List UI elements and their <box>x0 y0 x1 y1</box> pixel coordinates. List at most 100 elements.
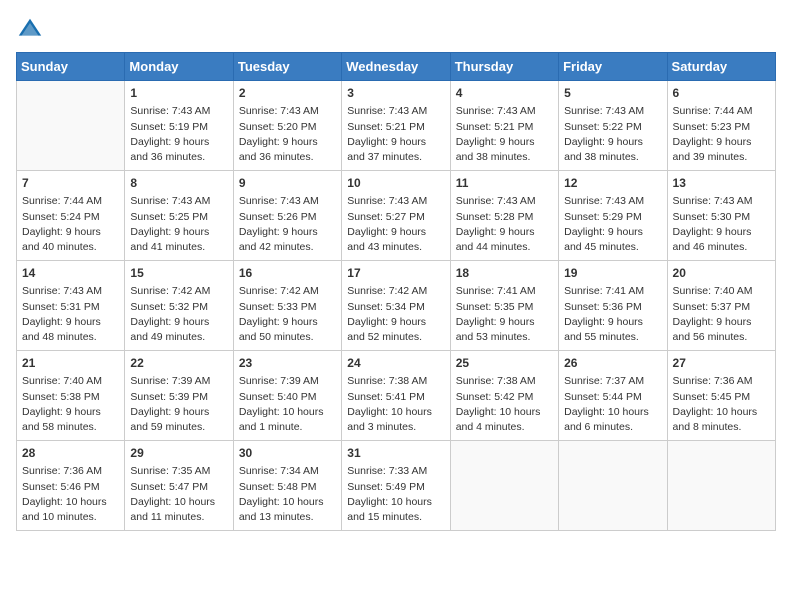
day-info: Sunrise: 7:44 AMSunset: 5:24 PMDaylight:… <box>22 194 119 255</box>
day-number: 26 <box>564 355 661 372</box>
day-number: 25 <box>456 355 553 372</box>
calendar-week-row: 7 Sunrise: 7:44 AMSunset: 5:24 PMDaylight… <box>17 171 776 261</box>
calendar-cell: 1 Sunrise: 7:43 AMSunset: 5:19 PMDaylight… <box>125 81 233 171</box>
day-info: Sunrise: 7:39 AMSunset: 5:39 PMDaylight:… <box>130 374 227 435</box>
day-info: Sunrise: 7:43 AMSunset: 5:21 PMDaylight:… <box>347 104 444 165</box>
calendar-cell: 24 Sunrise: 7:38 AMSunset: 5:41 PMDayligh… <box>342 351 450 441</box>
weekday-header-wednesday: Wednesday <box>342 53 450 81</box>
calendar-cell: 22Sunrise: 7:39 AMSunset: 5:39 PMDayligh… <box>125 351 233 441</box>
calendar-cell: 26 Sunrise: 7:37 AMSunset: 5:44 PMDayligh… <box>559 351 667 441</box>
day-info: Sunrise: 7:40 AMSunset: 5:38 PMDaylight:… <box>22 374 119 435</box>
day-number: 21 <box>22 355 119 372</box>
day-number: 16 <box>239 265 336 282</box>
calendar-cell: 4 Sunrise: 7:43 AMSunset: 5:21 PMDaylight… <box>450 81 558 171</box>
day-info: Sunrise: 7:37 AMSunset: 5:44 PMDaylight:… <box>564 374 661 435</box>
day-info: Sunrise: 7:38 AMSunset: 5:41 PMDaylight:… <box>347 374 444 435</box>
calendar-cell: 7 Sunrise: 7:44 AMSunset: 5:24 PMDaylight… <box>17 171 125 261</box>
day-info: Sunrise: 7:35 AMSunset: 5:47 PMDaylight:… <box>130 464 227 525</box>
day-info: Sunrise: 7:43 AMSunset: 5:21 PMDaylight:… <box>456 104 553 165</box>
day-number: 1 <box>130 85 227 102</box>
calendar-cell <box>450 441 558 531</box>
day-number: 30 <box>239 445 336 462</box>
day-info: Sunrise: 7:43 AMSunset: 5:28 PMDaylight:… <box>456 194 553 255</box>
day-number: 15 <box>130 265 227 282</box>
day-info: Sunrise: 7:40 AMSunset: 5:37 PMDaylight:… <box>673 284 770 345</box>
page-header <box>16 16 776 44</box>
calendar-week-row: 14 Sunrise: 7:43 AMSunset: 5:31 PMDayligh… <box>17 261 776 351</box>
calendar-week-row: 1 Sunrise: 7:43 AMSunset: 5:19 PMDaylight… <box>17 81 776 171</box>
day-number: 20 <box>673 265 770 282</box>
calendar-week-row: 21 Sunrise: 7:40 AMSunset: 5:38 PMDayligh… <box>17 351 776 441</box>
calendar-cell <box>559 441 667 531</box>
day-number: 4 <box>456 85 553 102</box>
calendar-cell: 21 Sunrise: 7:40 AMSunset: 5:38 PMDayligh… <box>17 351 125 441</box>
calendar-cell: 8 Sunrise: 7:43 AMSunset: 5:25 PMDaylight… <box>125 171 233 261</box>
calendar-cell <box>17 81 125 171</box>
calendar-cell: 10 Sunrise: 7:43 AMSunset: 5:27 PMDayligh… <box>342 171 450 261</box>
day-number: 29 <box>130 445 227 462</box>
day-info: Sunrise: 7:43 AMSunset: 5:30 PMDaylight:… <box>673 194 770 255</box>
day-info: Sunrise: 7:38 AMSunset: 5:42 PMDaylight:… <box>456 374 553 435</box>
calendar-cell: 2 Sunrise: 7:43 AMSunset: 5:20 PMDaylight… <box>233 81 341 171</box>
day-number: 10 <box>347 175 444 192</box>
day-info: Sunrise: 7:42 AMSunset: 5:34 PMDaylight:… <box>347 284 444 345</box>
day-number: 17 <box>347 265 444 282</box>
day-number: 11 <box>456 175 553 192</box>
day-number: 9 <box>239 175 336 192</box>
day-number: 7 <box>22 175 119 192</box>
calendar-cell: 28Sunrise: 7:36 AMSunset: 5:46 PMDayligh… <box>17 441 125 531</box>
day-number: 28 <box>22 445 119 462</box>
day-number: 23 <box>239 355 336 372</box>
weekday-header-saturday: Saturday <box>667 53 775 81</box>
day-info: Sunrise: 7:43 AMSunset: 5:22 PMDaylight:… <box>564 104 661 165</box>
day-info: Sunrise: 7:43 AMSunset: 5:29 PMDaylight:… <box>564 194 661 255</box>
day-number: 24 <box>347 355 444 372</box>
calendar-cell: 29 Sunrise: 7:35 AMSunset: 5:47 PMDayligh… <box>125 441 233 531</box>
calendar-cell: 3 Sunrise: 7:43 AMSunset: 5:21 PMDaylight… <box>342 81 450 171</box>
day-info: Sunrise: 7:33 AMSunset: 5:49 PMDaylight:… <box>347 464 444 525</box>
day-info: Sunrise: 7:43 AMSunset: 5:19 PMDaylight:… <box>130 104 227 165</box>
weekday-header-sunday: Sunday <box>17 53 125 81</box>
calendar-cell: 16Sunrise: 7:42 AMSunset: 5:33 PMDayligh… <box>233 261 341 351</box>
calendar-cell: 19 Sunrise: 7:41 AMSunset: 5:36 PMDayligh… <box>559 261 667 351</box>
calendar-cell: 13 Sunrise: 7:43 AMSunset: 5:30 PMDayligh… <box>667 171 775 261</box>
day-info: Sunrise: 7:43 AMSunset: 5:27 PMDaylight:… <box>347 194 444 255</box>
day-info: Sunrise: 7:43 AMSunset: 5:26 PMDaylight:… <box>239 194 336 255</box>
calendar-header: SundayMondayTuesdayWednesdayThursdayFrid… <box>17 53 776 81</box>
day-number: 6 <box>673 85 770 102</box>
day-number: 13 <box>673 175 770 192</box>
day-number: 3 <box>347 85 444 102</box>
calendar-week-row: 28Sunrise: 7:36 AMSunset: 5:46 PMDayligh… <box>17 441 776 531</box>
day-info: Sunrise: 7:43 AMSunset: 5:25 PMDaylight:… <box>130 194 227 255</box>
day-info: Sunrise: 7:43 AMSunset: 5:31 PMDaylight:… <box>22 284 119 345</box>
calendar-cell: 14 Sunrise: 7:43 AMSunset: 5:31 PMDayligh… <box>17 261 125 351</box>
day-number: 31 <box>347 445 444 462</box>
day-number: 2 <box>239 85 336 102</box>
weekday-header-tuesday: Tuesday <box>233 53 341 81</box>
day-info: Sunrise: 7:44 AMSunset: 5:23 PMDaylight:… <box>673 104 770 165</box>
day-number: 5 <box>564 85 661 102</box>
calendar-cell: 30Sunrise: 7:34 AMSunset: 5:48 PMDayligh… <box>233 441 341 531</box>
weekday-header-row: SundayMondayTuesdayWednesdayThursdayFrid… <box>17 53 776 81</box>
weekday-header-monday: Monday <box>125 53 233 81</box>
day-info: Sunrise: 7:41 AMSunset: 5:36 PMDaylight:… <box>564 284 661 345</box>
calendar-cell: 20 Sunrise: 7:40 AMSunset: 5:37 PMDayligh… <box>667 261 775 351</box>
logo <box>16 16 48 44</box>
day-number: 19 <box>564 265 661 282</box>
calendar-cell: 23Sunrise: 7:39 AMSunset: 5:40 PMDayligh… <box>233 351 341 441</box>
weekday-header-thursday: Thursday <box>450 53 558 81</box>
day-number: 14 <box>22 265 119 282</box>
calendar-cell <box>667 441 775 531</box>
calendar-cell: 17 Sunrise: 7:42 AMSunset: 5:34 PMDayligh… <box>342 261 450 351</box>
day-number: 8 <box>130 175 227 192</box>
calendar-cell: 15Sunrise: 7:42 AMSunset: 5:32 PMDayligh… <box>125 261 233 351</box>
calendar-cell: 18Sunrise: 7:41 AMSunset: 5:35 PMDayligh… <box>450 261 558 351</box>
logo-icon <box>16 16 44 44</box>
weekday-header-friday: Friday <box>559 53 667 81</box>
calendar-cell: 9 Sunrise: 7:43 AMSunset: 5:26 PMDaylight… <box>233 171 341 261</box>
calendar-cell: 12 Sunrise: 7:43 AMSunset: 5:29 PMDayligh… <box>559 171 667 261</box>
day-info: Sunrise: 7:43 AMSunset: 5:20 PMDaylight:… <box>239 104 336 165</box>
calendar-cell: 11 Sunrise: 7:43 AMSunset: 5:28 PMDayligh… <box>450 171 558 261</box>
calendar-table: SundayMondayTuesdayWednesdayThursdayFrid… <box>16 52 776 531</box>
day-number: 12 <box>564 175 661 192</box>
